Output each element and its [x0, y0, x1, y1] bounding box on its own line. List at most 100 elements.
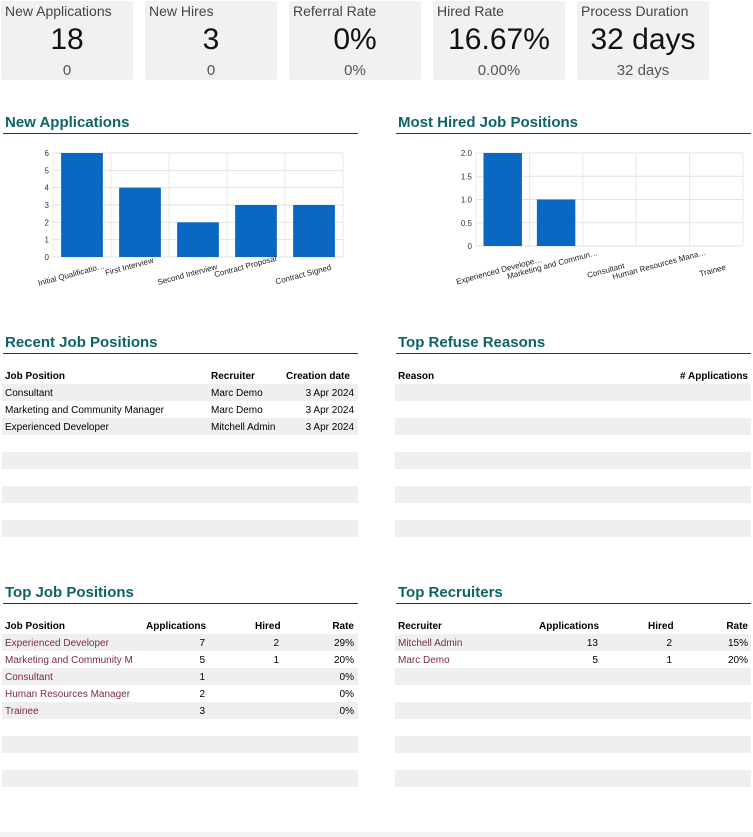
cell-rate: 20%: [333, 655, 354, 666]
cell-rate: 0%: [339, 689, 354, 700]
table-row[interactable]: Mitchell Admin 13 2 15%: [395, 634, 751, 651]
header-hired: Hired: [648, 621, 674, 632]
kpi-previous: 0: [62, 62, 72, 79]
table-row-empty: [2, 503, 358, 520]
cell-job-position: Experienced Developer: [5, 422, 109, 433]
kpi-hired-rate[interactable]: Hired Rate 16.67% 0.00%: [433, 1, 565, 80]
table-row-empty: [395, 503, 751, 520]
cell-job-position: Marketing and Community Manager: [5, 405, 164, 416]
bar: [235, 205, 277, 257]
y-tick-label: 1.0: [461, 196, 473, 205]
y-tick-label: 2.0: [461, 149, 473, 158]
recruiter-link[interactable]: Mitchell Admin: [398, 638, 462, 649]
cell-applications: 2: [199, 689, 205, 700]
table-row-empty: [395, 452, 751, 469]
table-header: Job Position Applications Hired Rate: [2, 617, 358, 634]
y-tick-label: 2: [45, 218, 50, 227]
x-tick-label: Trainee: [699, 263, 728, 279]
header-creation-date: Creation date: [286, 371, 350, 382]
table-row[interactable]: Marketing and Community Manager Marc Dem…: [2, 401, 358, 418]
table-row-empty: [395, 753, 751, 770]
section-title-new-applications: New Applications: [5, 114, 130, 131]
top-jobs-table: Job Position Applications Hired Rate Exp…: [2, 617, 358, 789]
job-position-link[interactable]: Marketing and Community Ma: [5, 655, 133, 666]
table-row-empty: [2, 469, 358, 486]
y-tick-label: 4: [45, 184, 50, 193]
table-row[interactable]: Trainee 3 0%: [2, 702, 358, 719]
top-recruiters-table: Recruiter Applications Hired Rate Mitche…: [395, 617, 751, 789]
table-header: Job Position Recruiter Creation date: [2, 367, 358, 384]
cell-recruiter: Mitchell Admin: [211, 422, 276, 433]
recruiter-link[interactable]: Marc Demo: [398, 655, 450, 666]
bar: [119, 187, 161, 257]
table-row-empty: [395, 486, 751, 503]
x-tick-label: Contract Proposal: [213, 254, 277, 279]
y-tick-label: 1: [45, 236, 50, 245]
table-row[interactable]: Experienced Developer Mitchell Admin 3 A…: [2, 418, 358, 435]
header-rate: Rate: [332, 621, 354, 632]
cell-applications: 7: [199, 638, 205, 649]
kpi-previous: 0%: [344, 62, 366, 79]
kpi-referral-rate[interactable]: Referral Rate 0% 0%: [289, 1, 421, 80]
table-row[interactable]: Human Resources Manager 2 0%: [2, 685, 358, 702]
cell-applications: 3: [199, 706, 205, 717]
bar: [483, 153, 522, 246]
job-position-link[interactable]: Human Resources Manager: [5, 689, 140, 700]
cell-recruiter: Marc Demo: [211, 388, 263, 399]
x-tick-label: Human Resources Mana…: [611, 248, 707, 282]
table-row[interactable]: Consultant 1 0%: [2, 668, 358, 685]
section-divider: [3, 603, 358, 604]
kpi-title: Referral Rate: [293, 3, 377, 19]
table-row-empty: [2, 435, 358, 452]
table-row[interactable]: Experienced Developer 7 2 29%: [2, 634, 358, 651]
table-row[interactable]: Marketing and Community Ma 5 1 20%: [2, 651, 358, 668]
y-tick-label: 6: [45, 149, 50, 158]
kpi-new-hires[interactable]: New Hires 3 0: [145, 1, 277, 80]
kpi-title: New Hires: [149, 3, 214, 19]
x-tick-label: First Interview: [104, 256, 155, 278]
kpi-title: Hired Rate: [437, 3, 504, 19]
table-row[interactable]: Consultant Marc Demo 3 Apr 2024: [2, 384, 358, 401]
bar: [177, 222, 219, 257]
table-row-empty: [2, 753, 358, 770]
new-applications-chart[interactable]: 0 1 2 3 4 5 6 Initial Qualificatio…First Interv…: [0, 140, 360, 300]
y-tick-label: 3: [45, 201, 50, 210]
header-hired: Hired: [255, 621, 281, 632]
kpi-value: 32 days: [590, 23, 696, 56]
section-divider: [3, 133, 358, 134]
cell-rate: 0%: [339, 706, 354, 717]
table-row-empty: [395, 520, 751, 537]
cell-rate: 20%: [727, 655, 748, 666]
cell-creation-date: 3 Apr 2024: [305, 388, 354, 399]
table-row-empty: [395, 469, 751, 486]
section-title-refuse-reasons: Top Refuse Reasons: [398, 334, 546, 351]
table-row-empty: [395, 685, 751, 702]
cell-rate: 0%: [339, 672, 354, 683]
job-position-link[interactable]: Trainee: [5, 706, 140, 717]
x-tick-label: Initial Qualificatio…: [37, 261, 105, 287]
header-applications: Applications: [146, 621, 207, 632]
most-hired-chart[interactable]: 00.51.01.52.0Experienced Develope…Market…: [393, 140, 753, 300]
job-position-link[interactable]: Experienced Developer: [5, 638, 140, 649]
x-tick-label: Second Interview: [157, 262, 219, 287]
table-row-empty: [395, 401, 751, 418]
section-divider: [396, 353, 751, 354]
cell-hired: 2: [666, 638, 672, 649]
header-applications: # Applications: [680, 371, 748, 382]
job-position-link[interactable]: Consultant: [5, 672, 140, 683]
cell-rate: 29%: [333, 638, 354, 649]
header-job-position: Job Position: [5, 371, 65, 382]
kpi-previous: 0.00%: [477, 62, 521, 79]
table-row-empty: [2, 520, 358, 537]
kpi-title: Process Duration: [581, 3, 689, 19]
section-title-top-recruiters: Top Recruiters: [398, 584, 503, 601]
section-divider: [396, 133, 751, 134]
table-row[interactable]: Marc Demo 5 1 20%: [395, 651, 751, 668]
kpi-value: 16.67%: [448, 23, 550, 56]
y-tick-label: 0.5: [461, 219, 473, 228]
header-job-position: Job Position: [5, 621, 65, 632]
header-recruiter: Recruiter: [398, 621, 442, 632]
bar: [293, 205, 335, 257]
kpi-process-duration[interactable]: Process Duration 32 days 32 days: [577, 1, 709, 80]
kpi-new-applications[interactable]: New Applications 18 0: [1, 1, 133, 80]
